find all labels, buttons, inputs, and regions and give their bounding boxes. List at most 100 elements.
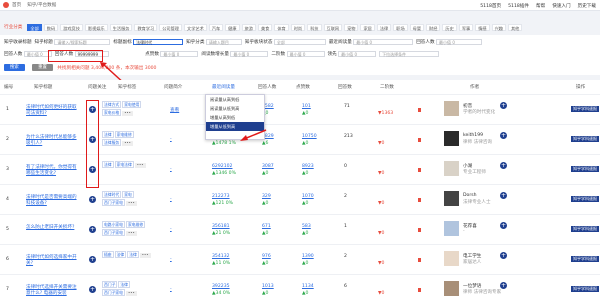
likes-value[interactable]: 8923 [302,164,314,169]
category-tab[interactable]: 公司管理 [159,23,182,31]
category-tab[interactable]: 影视娱乐 [84,23,108,31]
reads-value[interactable]: 356181 [212,224,230,229]
nav-link-plugin[interactable]: 5118插件 [508,3,529,9]
header-replies[interactable]: 回答数 [338,84,352,90]
condition-select[interactable]: 下拉选择条件 [379,51,440,57]
tag-chip[interactable]: 家电使用 [122,101,142,108]
category-tab[interactable]: 汽车 [208,23,224,31]
question-title-link[interactable]: 法律时代如何选择家中开关? [26,255,78,266]
action-button[interactable]: 知乎学科速报 [571,136,599,142]
tag-chip[interactable]: 法律 [102,161,114,168]
category-tab[interactable]: 全部 [27,23,42,31]
header-reads[interactable]: 最近阅读量 [212,84,235,90]
likes-value[interactable]: 1390 [302,254,314,259]
nav-link-help[interactable]: 帮帮 [536,3,545,9]
intro-link[interactable]: - [170,167,172,172]
intro-link[interactable]: - [170,137,172,142]
more-tags-button[interactable]: ••• [134,162,146,168]
answers-value[interactable]: 1013 [262,284,274,289]
category-tab[interactable]: 军事 [458,23,474,31]
tag-chip[interactable]: 家电维修 [114,131,134,138]
intro-link[interactable]: 查看 [170,107,179,113]
author-name[interactable]: Dorsh [463,193,477,198]
answers-value[interactable]: 3087 [262,164,274,169]
category-tab[interactable]: 数码 [43,23,59,31]
author-name[interactable]: keith199 [463,133,483,138]
add-icon[interactable]: + [89,226,96,233]
second-min-input[interactable]: 最小值 0 [286,51,325,57]
category-tab[interactable]: 互联网 [323,23,343,31]
header-likes[interactable]: 点赞数 [296,84,310,90]
header-second[interactable]: 二阶数 [380,84,394,90]
intro-link[interactable]: - [170,227,172,232]
tag-chip[interactable]: 法律 [127,251,139,258]
category-tab[interactable]: 其他 [507,23,523,31]
category-tab[interactable]: 财经 [426,23,441,31]
nav-link-start[interactable]: 快速入门 [552,3,570,9]
question-title-link[interactable]: 法律时代是否需要高端的科技设备? [26,195,78,206]
likes-value[interactable]: 1070 [302,194,314,199]
follow-author-icon[interactable]: + [500,282,507,289]
answers-value[interactable]: 671 [262,224,271,229]
action-button[interactable]: 知乎学科速报 [571,226,599,232]
follow-author-icon[interactable]: + [500,192,507,199]
author-avatar[interactable] [444,191,459,206]
likes-value[interactable]: 101 [302,104,311,109]
category-tab[interactable]: 健康 [225,23,240,31]
tag-chip[interactable]: 插座 [102,251,114,258]
answers-min-input[interactable]: 最小值 0 [436,39,483,45]
author-avatar[interactable] [444,101,459,116]
likes-value[interactable]: 583 [302,224,311,229]
action-button[interactable]: 知乎学科速报 [571,106,599,112]
category-tab[interactable]: 游戏竞技 [60,23,83,31]
tag-chip[interactable]: 法律方式 [102,101,122,108]
reads-value[interactable]: 354132 [212,254,230,259]
add-icon[interactable]: + [89,196,96,203]
tag-chip[interactable]: 法律 [102,131,114,138]
reads-value[interactable]: 392235 [212,284,230,289]
action-button[interactable]: 知乎学科速报 [571,286,599,292]
lead-min-input[interactable]: 最小值 0 [338,51,377,57]
header-answers[interactable]: 回答人数 [258,84,276,90]
reads-value[interactable]: 212273 [212,194,230,199]
likes-value[interactable]: 10750 [302,134,317,139]
question-title-link[interactable]: 有了法律时代，你觉得有哪些生活变化? [26,165,78,176]
question-title-link[interactable]: 为什么法律时代总能够多吸引人? [26,135,78,146]
tag-chip[interactable]: 西门子家电 [102,289,125,296]
tag-chip[interactable]: 法律服务 [102,139,122,146]
action-button[interactable]: 知乎学科速报 [571,196,599,202]
breadcrumb-home[interactable]: 首页 [12,2,21,8]
category-tab[interactable]: 法律 [376,23,392,31]
intro-link[interactable]: - [170,197,172,202]
category-tab[interactable]: 旅游 [241,23,256,31]
sort-option[interactable]: 阅读量从高到低 [206,95,264,104]
sort-option[interactable]: 阅读量从低到高 [206,104,264,113]
tag-chip[interactable]: 西门子家电 [102,229,125,236]
category-tab[interactable]: 母婴 [409,23,425,31]
author-avatar[interactable] [444,131,459,146]
category-tab[interactable]: 职场 [393,23,408,31]
reset-button[interactable]: 重置 [32,64,53,71]
tag-chip[interactable]: 家电价格 [102,109,122,116]
category-tab[interactable]: 教育学习 [134,23,158,31]
author-name[interactable]: 花荐喜 [463,223,477,229]
reads-value[interactable]: 6292102 [212,164,232,169]
reads-min-input[interactable]: 最小值 0 [353,39,414,45]
category-input[interactable]: 请输入题目 [205,39,242,45]
tag-chip[interactable]: 家电 [122,191,134,198]
intro-link[interactable]: - [170,257,172,262]
category-tab[interactable]: 美食 [257,23,273,31]
question-title-link[interactable]: 法律时代如何更好的获取司法资料? [26,105,78,116]
question-title-link[interactable]: 法律时代选择开关需要注意什么? 电器的安装 [26,285,78,296]
follow-author-icon[interactable]: + [500,162,507,169]
subtitle-input[interactable]: 法律时代 [133,39,184,45]
more-tags-button[interactable]: ••• [139,252,151,258]
tag-chip[interactable]: 电路小家电 [102,221,125,228]
tag-chip[interactable]: 西门子 [102,281,118,288]
category-tab[interactable]: 情感 [475,23,490,31]
author-avatar[interactable] [444,161,459,176]
add-icon[interactable]: + [89,286,96,293]
category-tab[interactable]: 宠物 [344,23,359,31]
author-avatar[interactable] [444,221,459,236]
add-icon[interactable]: + [89,256,96,263]
